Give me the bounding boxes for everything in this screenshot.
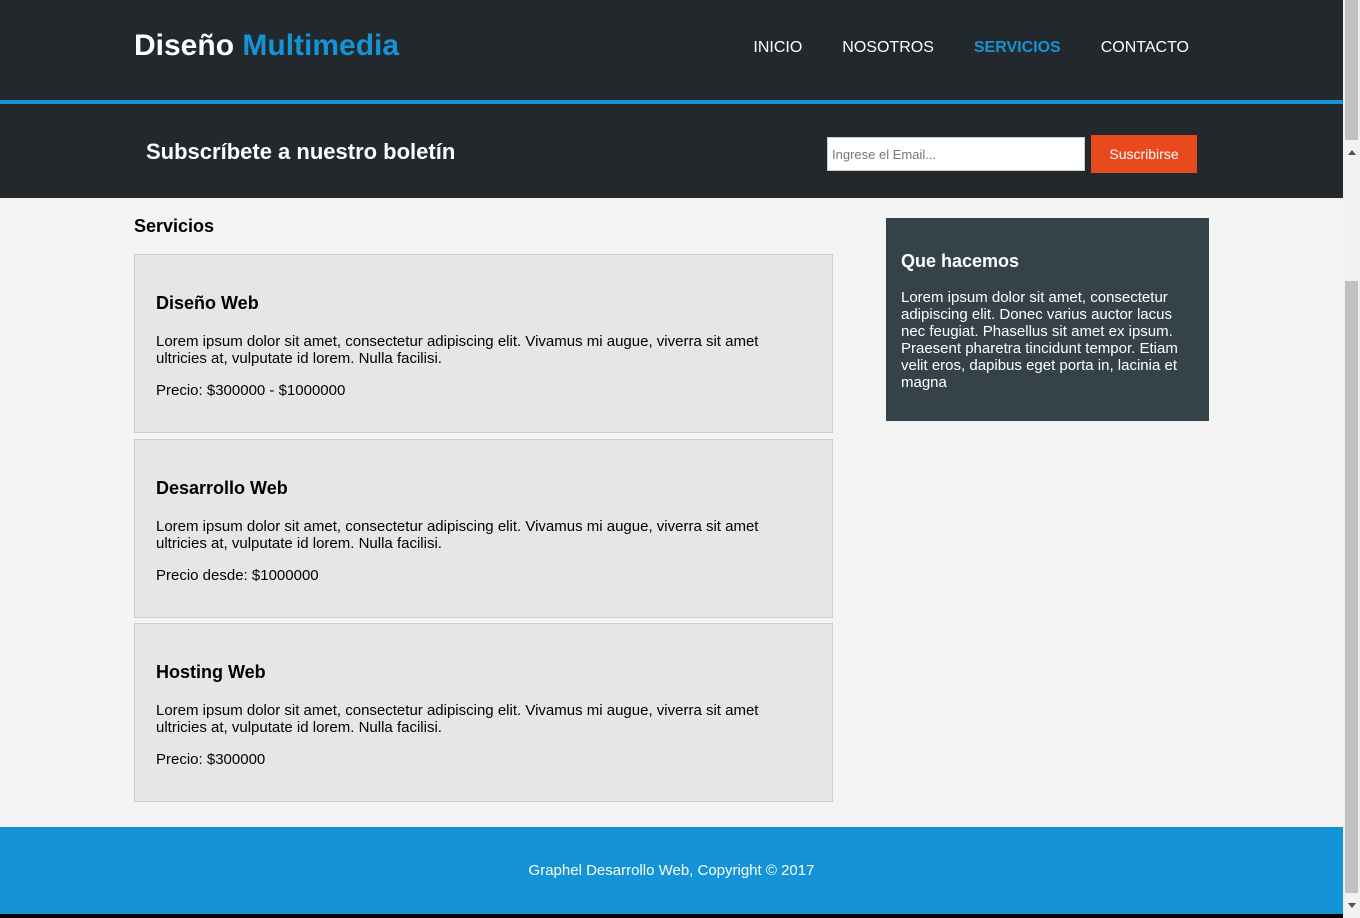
newsletter-section: Subscríbete a nuestro boletín Suscribirs…	[0, 104, 1343, 198]
service-name: Hosting Web	[156, 662, 266, 682]
site-footer: Graphel Desarrollo Web, Copyright © 2017	[0, 827, 1343, 914]
scrollbar-track-top	[1345, 0, 1358, 140]
site-brand[interactable]: Diseño Multimedia	[134, 28, 399, 64]
service-name: Desarrollo Web	[156, 478, 288, 498]
service-description: Lorem ipsum dolor sit amet, consectetur …	[156, 333, 759, 367]
service-card-desarrollo-web: Desarrollo Web Lorem ipsum dolor sit ame…	[134, 439, 833, 618]
main-nav: INICIO NOSOTROS SERVICIOS CONTACTO	[713, 38, 1189, 58]
footer-copyright: Graphel Desarrollo Web, Copyright © 2017	[528, 862, 815, 879]
service-description: Lorem ipsum dolor sit amet, consectetur …	[156, 702, 759, 736]
brand-text: Diseño	[134, 29, 235, 62]
nav-servicios[interactable]: SERVICIOS	[934, 38, 1061, 58]
service-card-hosting-web: Hosting Web Lorem ipsum dolor sit amet, …	[134, 623, 833, 802]
service-card-diseno-web: Diseño Web Lorem ipsum dolor sit amet, c…	[134, 254, 833, 433]
nav-contacto[interactable]: CONTACTO	[1061, 38, 1189, 58]
scrollbar-thumb[interactable]	[1345, 281, 1358, 893]
service-price: Precio: $300000	[156, 751, 266, 768]
service-description: Lorem ipsum dolor sit amet, consectetur …	[156, 518, 759, 552]
subscribe-button[interactable]: Suscribirse	[1091, 135, 1197, 173]
site-header: Diseño Multimedia INICIO NOSOTROS SERVIC…	[0, 0, 1343, 100]
sidebar-title: Que hacemos	[901, 251, 1020, 271]
service-price: Precio desde: $1000000	[156, 567, 319, 584]
sidebar-que-hacemos: Que hacemos Lorem ipsum dolor sit amet, …	[886, 218, 1209, 421]
scroll-up-arrow-icon[interactable]	[1343, 144, 1360, 161]
service-name: Diseño Web	[156, 293, 259, 313]
page: Diseño Multimedia INICIO NOSOTROS SERVIC…	[0, 0, 1343, 914]
nav-nosotros[interactable]: NOSOTROS	[802, 38, 934, 58]
scroll-down-arrow-icon[interactable]	[1343, 897, 1360, 914]
services-title: Servicios	[134, 216, 215, 236]
nav-inicio[interactable]: INICIO	[713, 38, 802, 58]
sidebar-text: Lorem ipsum dolor sit amet, consectetur …	[901, 289, 1178, 391]
email-input[interactable]	[827, 137, 1085, 171]
vertical-scrollbar[interactable]	[1343, 0, 1360, 918]
brand-highlight: Multimedia	[242, 29, 400, 62]
service-price: Precio: $300000 - $1000000	[156, 382, 346, 399]
newsletter-title: Subscríbete a nuestro boletín	[146, 139, 456, 164]
